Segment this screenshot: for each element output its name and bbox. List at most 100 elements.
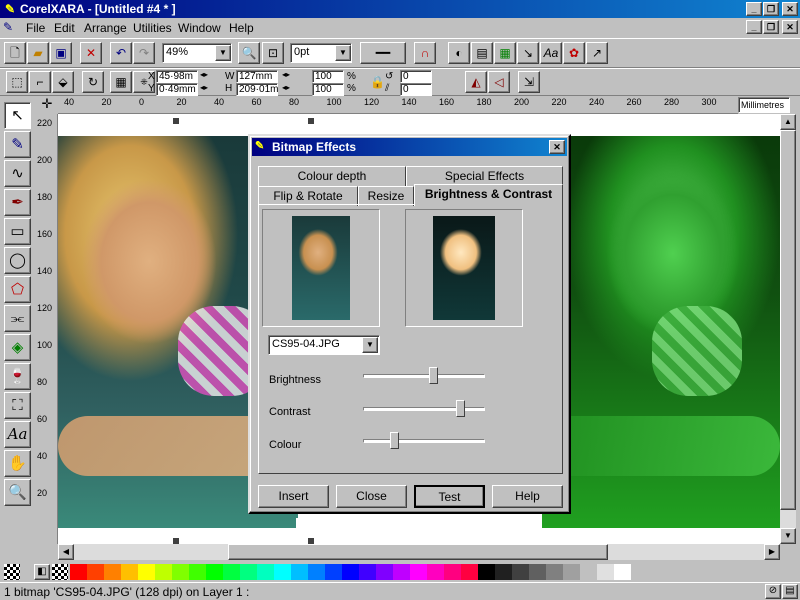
clipart-gallery-icon[interactable]: ✿ xyxy=(563,42,585,64)
app-icon[interactable]: ✎ xyxy=(2,1,18,17)
tab-flip-rotate[interactable]: Flip & Rotate xyxy=(258,186,358,206)
x-position-field[interactable]: 45·98m xyxy=(156,70,198,83)
contrast-thumb[interactable] xyxy=(456,400,466,417)
y-position-field[interactable]: 0·49mm xyxy=(156,83,198,96)
palette-swatch[interactable] xyxy=(359,564,376,580)
palette-swatch[interactable] xyxy=(597,564,614,580)
text-tool-icon[interactable]: Aa xyxy=(4,421,31,448)
selection-handle-top[interactable] xyxy=(173,118,179,124)
w-spin-icon[interactable]: ◂▸ xyxy=(282,70,290,79)
brightness-slider[interactable] xyxy=(361,367,487,385)
horizontal-scrollbar[interactable]: ◀ ▶ xyxy=(58,544,780,560)
h-spin-icon[interactable]: ◂▸ xyxy=(282,83,290,92)
line-gallery-icon[interactable]: ↘ xyxy=(517,42,539,64)
transparency-tool-icon[interactable]: 🍷 xyxy=(4,363,31,390)
doc-minimize-button[interactable]: _ xyxy=(746,20,762,34)
no-colour-swatch[interactable] xyxy=(4,564,20,580)
status-icon-2[interactable]: ▤ xyxy=(782,584,798,599)
palette-swatch[interactable] xyxy=(274,564,291,580)
zoom-tool-icon[interactable]: 🔍 xyxy=(4,479,31,506)
palette-swatch[interactable] xyxy=(257,564,274,580)
palette-swatch[interactable] xyxy=(240,564,257,580)
palette-swatch[interactable] xyxy=(104,564,121,580)
bezier-tool-icon[interactable]: ∿ xyxy=(4,160,31,187)
palette-swatch[interactable] xyxy=(121,564,138,580)
palette-swatch[interactable] xyxy=(614,564,631,580)
palette-swatch[interactable] xyxy=(393,564,410,580)
palette-swatch[interactable] xyxy=(512,564,529,580)
palette-swatch[interactable] xyxy=(546,564,563,580)
scroll-down-icon[interactable]: ▼ xyxy=(780,528,796,544)
fill-tool-icon[interactable]: ◈ xyxy=(4,334,31,361)
colour-thumb[interactable] xyxy=(389,432,399,449)
outline-dropdown-icon[interactable]: ▼ xyxy=(335,45,351,61)
scale-x-field[interactable]: 100 xyxy=(312,70,344,83)
brightness-thumb[interactable] xyxy=(428,367,438,384)
bitmap-green-effect[interactable] xyxy=(542,136,780,528)
palette-swatch[interactable] xyxy=(138,564,155,580)
palette-swatch[interactable] xyxy=(70,564,87,580)
palette-swatch[interactable] xyxy=(325,564,342,580)
palette-swatch[interactable] xyxy=(495,564,512,580)
palette-swatch[interactable] xyxy=(580,564,597,580)
zoom-tool-icon[interactable]: 🔍 xyxy=(238,42,260,64)
tab-resize[interactable]: Resize xyxy=(358,186,414,206)
open-folder-icon[interactable]: ▰ xyxy=(27,42,49,64)
vertical-scrollbar[interactable]: ▲ ▼ xyxy=(780,114,796,544)
palette-swatch[interactable] xyxy=(376,564,393,580)
tab-special-effects[interactable]: Special Effects xyxy=(406,166,563,186)
palette-swatch[interactable] xyxy=(478,564,495,580)
rotate-icon[interactable]: ↻ xyxy=(82,71,104,93)
lock-aspect-icon[interactable]: 🔒 xyxy=(370,75,385,89)
x-spin-icon[interactable]: ◂▸ xyxy=(200,70,208,79)
push-tool-icon[interactable]: ✋ xyxy=(4,450,31,477)
close-button[interactable]: ✕ xyxy=(782,2,798,16)
scroll-up-icon[interactable]: ▲ xyxy=(780,114,796,130)
flip-vertical-icon[interactable]: ◁ xyxy=(488,71,510,93)
minimize-button[interactable]: _ xyxy=(746,2,762,16)
freehand-tool-icon[interactable]: ✎ xyxy=(4,131,31,158)
units-label[interactable]: Millimetres xyxy=(738,97,790,113)
contrast-slider[interactable] xyxy=(361,400,487,418)
rectangle-tool-icon[interactable]: ▭ xyxy=(4,218,31,245)
line-style-icon[interactable]: ━━ xyxy=(360,42,406,64)
tab-brightness-contrast[interactable]: Brightness & Contrast xyxy=(414,184,563,206)
palette-swatch[interactable] xyxy=(291,564,308,580)
doc-close-button[interactable]: ✕ xyxy=(782,20,798,34)
status-icon-1[interactable]: ⊘ xyxy=(765,584,781,599)
maximize-button[interactable]: ❐ xyxy=(763,2,779,16)
palette-swatch[interactable] xyxy=(87,564,104,580)
font-gallery-icon[interactable]: Aa xyxy=(540,42,562,64)
width-field[interactable]: 127mm xyxy=(236,70,278,83)
redo-icon[interactable]: ↷ xyxy=(133,42,155,64)
menu-help[interactable]: Help xyxy=(229,21,254,35)
select-bounds-icon[interactable]: ⬚ xyxy=(6,71,28,93)
ellipse-tool-icon[interactable]: ◯ xyxy=(4,247,31,274)
test-button[interactable]: Test xyxy=(414,485,485,508)
palette-swatch[interactable] xyxy=(410,564,427,580)
doc-restore-button[interactable]: ❐ xyxy=(763,20,779,34)
ruler-origin-icon[interactable]: ✛ xyxy=(36,96,58,114)
mould-tool-icon[interactable]: ⛶ xyxy=(4,392,31,419)
tab-colour-depth[interactable]: Colour depth xyxy=(258,166,406,186)
palette-swatch[interactable] xyxy=(189,564,206,580)
palette-swatch[interactable] xyxy=(461,564,478,580)
delete-icon[interactable]: ✕ xyxy=(80,42,102,64)
vertical-scroll-thumb[interactable] xyxy=(780,130,796,510)
fill-select-icon[interactable]: ⬙ xyxy=(52,71,74,93)
transform-icon[interactable]: ⇲ xyxy=(518,71,540,93)
palette-swatch[interactable] xyxy=(206,564,223,580)
undo-icon[interactable]: ↶ xyxy=(110,42,132,64)
menu-window[interactable]: Window xyxy=(178,21,221,35)
menu-file[interactable]: File xyxy=(26,21,45,35)
new-document-icon[interactable]: 🗋 xyxy=(4,42,26,64)
blend-tool-icon[interactable]: ⫘ xyxy=(4,305,31,332)
menu-arrange[interactable]: Arrange xyxy=(84,21,127,35)
snap-magnet-icon[interactable]: ∩ xyxy=(414,42,436,64)
palette-swatch[interactable] xyxy=(308,564,325,580)
palette-swatch[interactable] xyxy=(223,564,240,580)
palette-swatch[interactable] xyxy=(427,564,444,580)
palette-swatch[interactable] xyxy=(342,564,359,580)
colour-editor-swatch-icon[interactable]: ◧ xyxy=(34,564,50,580)
grid-icon[interactable]: ▦ xyxy=(110,71,132,93)
